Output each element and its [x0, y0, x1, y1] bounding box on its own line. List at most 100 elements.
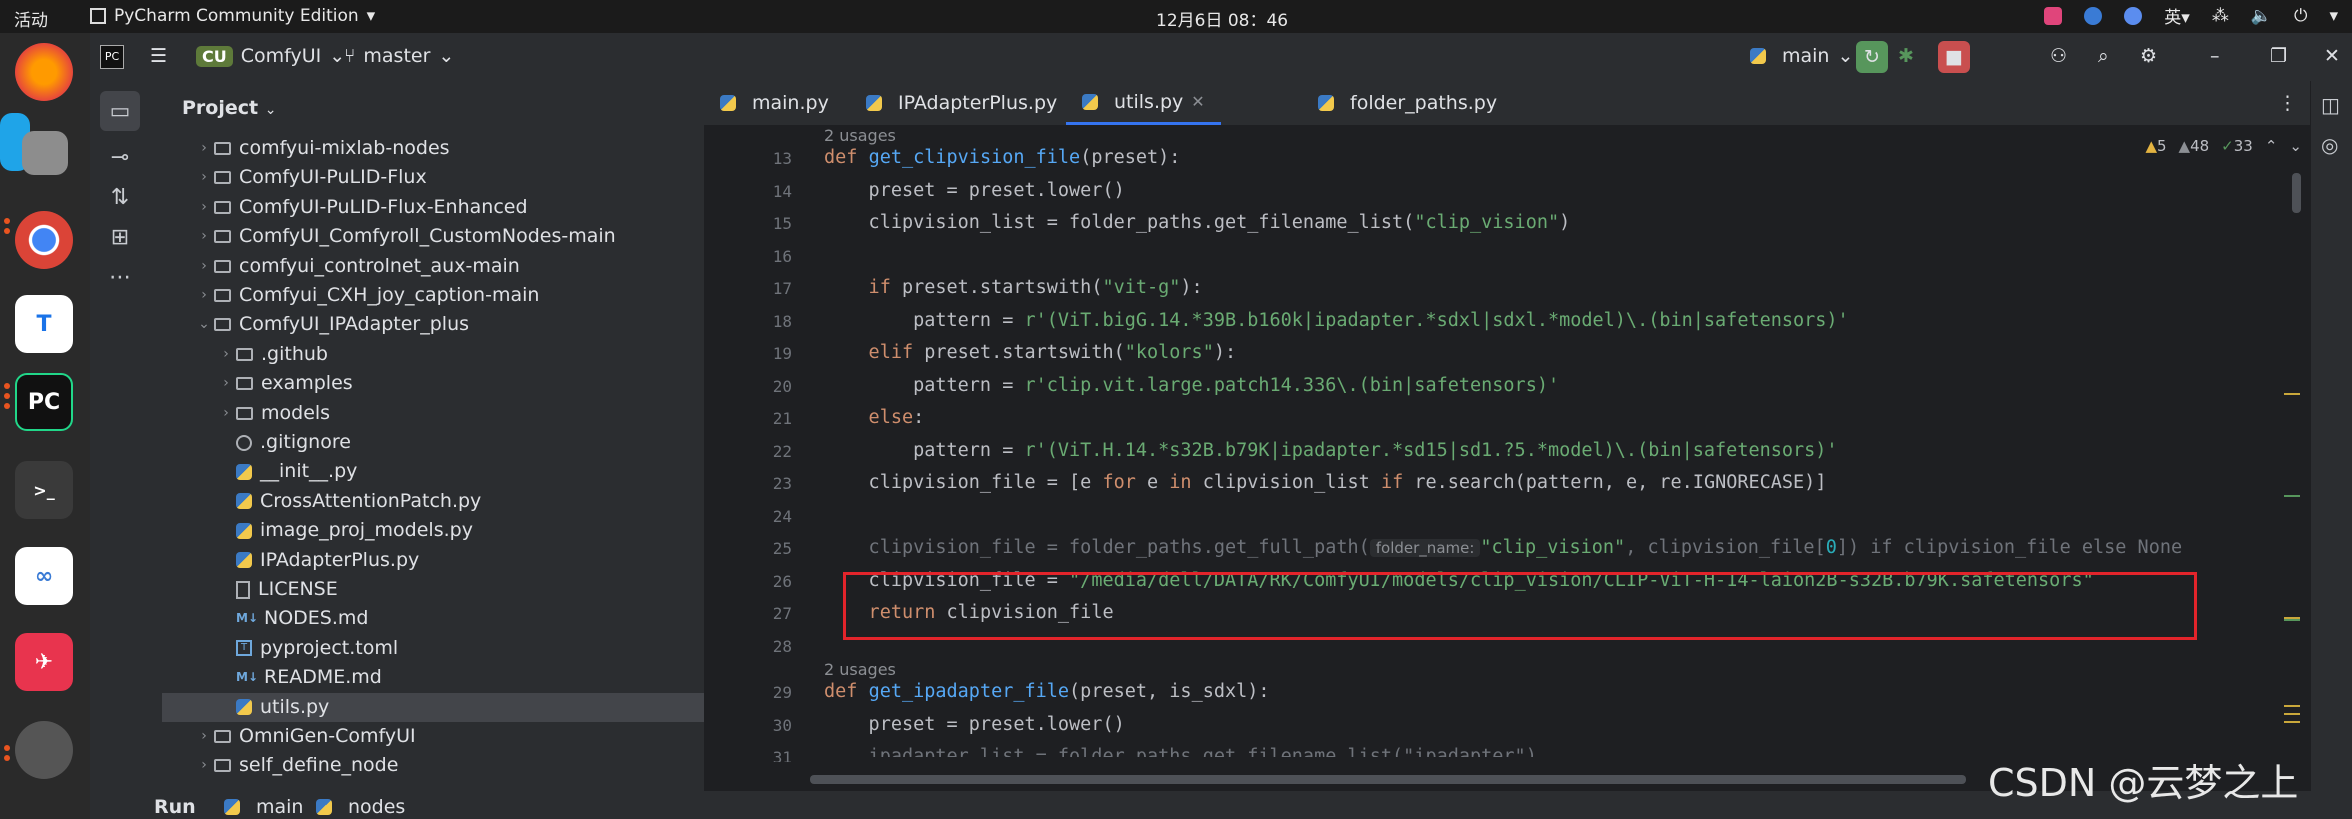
activities-button[interactable]: 活动 — [14, 6, 48, 31]
todesk-icon[interactable]: T — [15, 295, 73, 353]
clock[interactable]: 12月6日 08：46 — [1156, 6, 1288, 31]
more-tabs-icon[interactable]: ⋮ — [2278, 81, 2297, 125]
code-line-23: clipvision_file = [e for e in clipvision… — [824, 472, 1827, 493]
tree-item[interactable]: › Comfyui_CXH_joy_caption-main — [152, 281, 539, 310]
run-config-selector[interactable]: main ⌄ — [1750, 45, 1853, 67]
python-icon — [1750, 48, 1766, 64]
chevron-icon[interactable]: › — [194, 193, 214, 222]
chevron-icon[interactable]: › — [194, 722, 214, 751]
files-icon[interactable] — [22, 131, 68, 175]
tree-item[interactable]: › OmniGen-ComfyUI — [152, 722, 415, 751]
folder-icon[interactable]: ▭ — [100, 91, 140, 131]
close-icon[interactable]: ✕ — [2324, 45, 2340, 67]
debug-icon[interactable]: ✱ — [1898, 45, 1914, 67]
minimize-icon[interactable]: – — [2210, 45, 2220, 67]
disc-icon[interactable] — [15, 721, 73, 779]
gear-icon[interactable]: ⚙ — [2140, 45, 2157, 67]
tree-item-label: ComfyUI-PuLID-Flux-Enhanced — [239, 195, 528, 218]
chevron-icon[interactable]: › — [194, 163, 214, 192]
tree-item[interactable]: M↓ NODES.md — [152, 604, 368, 633]
tree-item[interactable]: Tpyproject.toml — [152, 634, 398, 663]
tree-item[interactable]: utils.py — [162, 692, 752, 722]
volume-icon[interactable]: 🔈 — [2251, 6, 2272, 26]
stop-button[interactable]: ■ — [1938, 41, 1970, 73]
tray-baidu-icon[interactable] — [2084, 6, 2103, 25]
project-name: ComfyUI — [240, 45, 322, 67]
chevron-icon[interactable]: › — [216, 340, 236, 369]
feishu-icon[interactable]: ✈ — [15, 633, 73, 691]
search-icon[interactable]: ⌕ — [2098, 45, 2109, 67]
tree-item[interactable]: › ComfyUI-PuLID-Flux — [152, 163, 427, 192]
code-line-17: if preset.startswith("vit-g"): — [824, 277, 1203, 298]
maximize-icon[interactable]: ❐ — [2270, 45, 2287, 67]
add-user-icon[interactable]: ⚇ — [2050, 45, 2067, 67]
chrome-icon[interactable] — [15, 211, 73, 269]
tree-item[interactable]: M↓ README.md — [152, 663, 382, 692]
app-menu[interactable]: PyCharm Community Edition ▾ — [90, 6, 375, 26]
close-tab-icon[interactable]: ✕ — [1191, 80, 1204, 124]
chevron-icon[interactable]: › — [194, 222, 214, 251]
code-view[interactable]: 2 usages def get_clipvision_file(preset)… — [824, 125, 2324, 819]
chevron-icon[interactable]: ⌄ — [194, 310, 214, 339]
tree-item[interactable]: ⌄ ComfyUI_IPAdapter_plus — [152, 310, 469, 339]
structure-icon[interactable]: ⊞ — [100, 217, 140, 257]
run-tool-tab[interactable]: Run — [154, 796, 196, 818]
tray-app-icon[interactable] — [2044, 6, 2063, 25]
folder-icon — [214, 171, 231, 185]
power-icon[interactable]: ⏻ — [2294, 6, 2307, 26]
editor-horizontal-scrollbar[interactable] — [810, 775, 1966, 784]
tab-main-py[interactable]: main.py — [720, 81, 829, 125]
pull-request-icon[interactable]: ⇅ — [100, 177, 140, 217]
editor-vertical-scrollbar[interactable] — [2292, 173, 2301, 213]
tree-item[interactable]: › self_define_node — [152, 751, 398, 780]
chevron-icon[interactable]: › — [194, 252, 214, 281]
baidu-netdisk-icon[interactable]: ∞ — [15, 547, 73, 605]
network-icon[interactable]: ⁂ — [2212, 6, 2229, 26]
tree-item[interactable]: › models — [152, 399, 330, 428]
chevron-icon[interactable]: › — [216, 399, 236, 428]
main-menu-icon[interactable]: ☰ — [150, 45, 167, 67]
highlight-annotation-box — [843, 572, 2197, 640]
tab-ipadapterplus-py[interactable]: IPAdapterPlus.py — [866, 81, 1057, 125]
ai-assistant-icon[interactable]: ◎ — [2321, 133, 2338, 157]
project-panel-title[interactable]: Project ⌄ — [182, 97, 276, 119]
tree-item[interactable]: › examples — [152, 369, 353, 398]
tree-item[interactable]: IPAdapterPlus.py — [152, 546, 419, 575]
run-tab-main[interactable]: main — [224, 796, 303, 818]
tree-item[interactable]: › ComfyUI-PuLID-Flux-Enhanced — [152, 193, 528, 222]
line-number: 15 — [772, 214, 792, 233]
tree-item[interactable]: › ComfyUI_Comfyroll_CustomNodes-main — [152, 222, 616, 251]
firefox-icon[interactable] — [15, 43, 73, 101]
tree-item[interactable]: LICENSE — [152, 575, 338, 604]
chevron-down-icon[interactable]: ▾ — [2329, 6, 2338, 26]
app-name: PyCharm Community Edition — [114, 6, 359, 26]
line-number: 20 — [772, 377, 792, 396]
project-switcher[interactable]: CU ComfyUI ⌄ — [196, 45, 345, 67]
notifications-icon[interactable]: ◫ — [2321, 93, 2340, 117]
tree-item[interactable]: __init__.py — [152, 457, 357, 486]
tree-item[interactable]: › .github — [152, 340, 328, 369]
branch-switcher[interactable]: ⑂ master ⌄ — [344, 45, 454, 67]
more-icon[interactable]: ⋯ — [100, 257, 140, 297]
commit-icon[interactable]: ⊸ — [100, 137, 140, 177]
tray-cloud-icon[interactable] — [2124, 6, 2143, 25]
pycharm-icon[interactable]: PC — [15, 373, 73, 431]
tree-item[interactable]: CrossAttentionPatch.py — [152, 487, 481, 516]
tree-item[interactable]: image_proj_models.py — [152, 516, 473, 545]
input-method-indicator[interactable]: 英▾ — [2164, 3, 2190, 28]
tree-item-label: comfyui-mixlab-nodes — [239, 137, 450, 159]
tab-utils-py[interactable]: utils.py ✕ — [1066, 81, 1221, 125]
tree-item-label: self_define_node — [239, 754, 399, 777]
tree-item[interactable]: .gitignore — [152, 428, 351, 457]
system-top-bar: 活动 PyCharm Community Edition ▾ 12月6日 08：… — [0, 0, 2352, 33]
chevron-icon[interactable]: › — [194, 281, 214, 310]
tree-item[interactable]: › comfyui_controlnet_aux-main — [152, 252, 520, 281]
run-tab-nodes[interactable]: nodes — [316, 796, 405, 818]
tab-folder-paths-py[interactable]: folder_paths.py — [1318, 81, 1497, 125]
tree-item[interactable]: › comfyui-mixlab-nodes — [152, 134, 450, 163]
terminal-icon[interactable]: >_ — [15, 461, 73, 519]
chevron-icon[interactable]: › — [216, 369, 236, 398]
rerun-button[interactable]: ↻ — [1856, 41, 1888, 73]
chevron-icon[interactable]: › — [194, 751, 214, 780]
chevron-icon[interactable]: › — [194, 134, 214, 163]
